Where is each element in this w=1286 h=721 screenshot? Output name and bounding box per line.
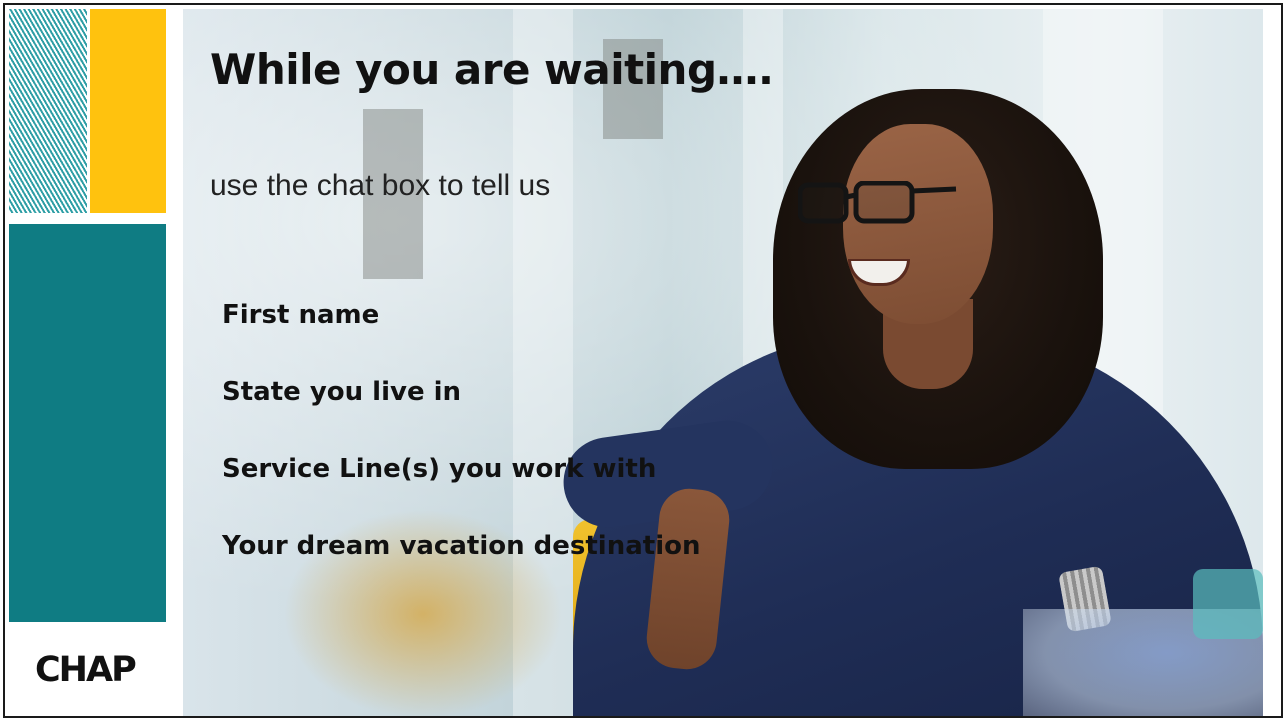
prompt-list: First name State you live in Service Lin… [222,297,701,605]
yellow-accent-block [90,9,166,213]
chap-logo: CHAP [35,650,137,690]
prompt-first-name: First name [222,300,380,330]
slide-subtitle: use the chat box to tell us [210,169,551,202]
prompt-state: State you live in [222,377,462,407]
prompt-vacation: Your dream vacation destination [222,531,701,561]
slide: CHAP While you are waiting…. use the cha… [3,3,1283,718]
teal-accent-block [9,224,166,622]
striped-decoration [9,9,87,213]
prompt-service-line: Service Line(s) you work with [222,454,657,484]
slide-title: While you are waiting…. [210,45,774,94]
